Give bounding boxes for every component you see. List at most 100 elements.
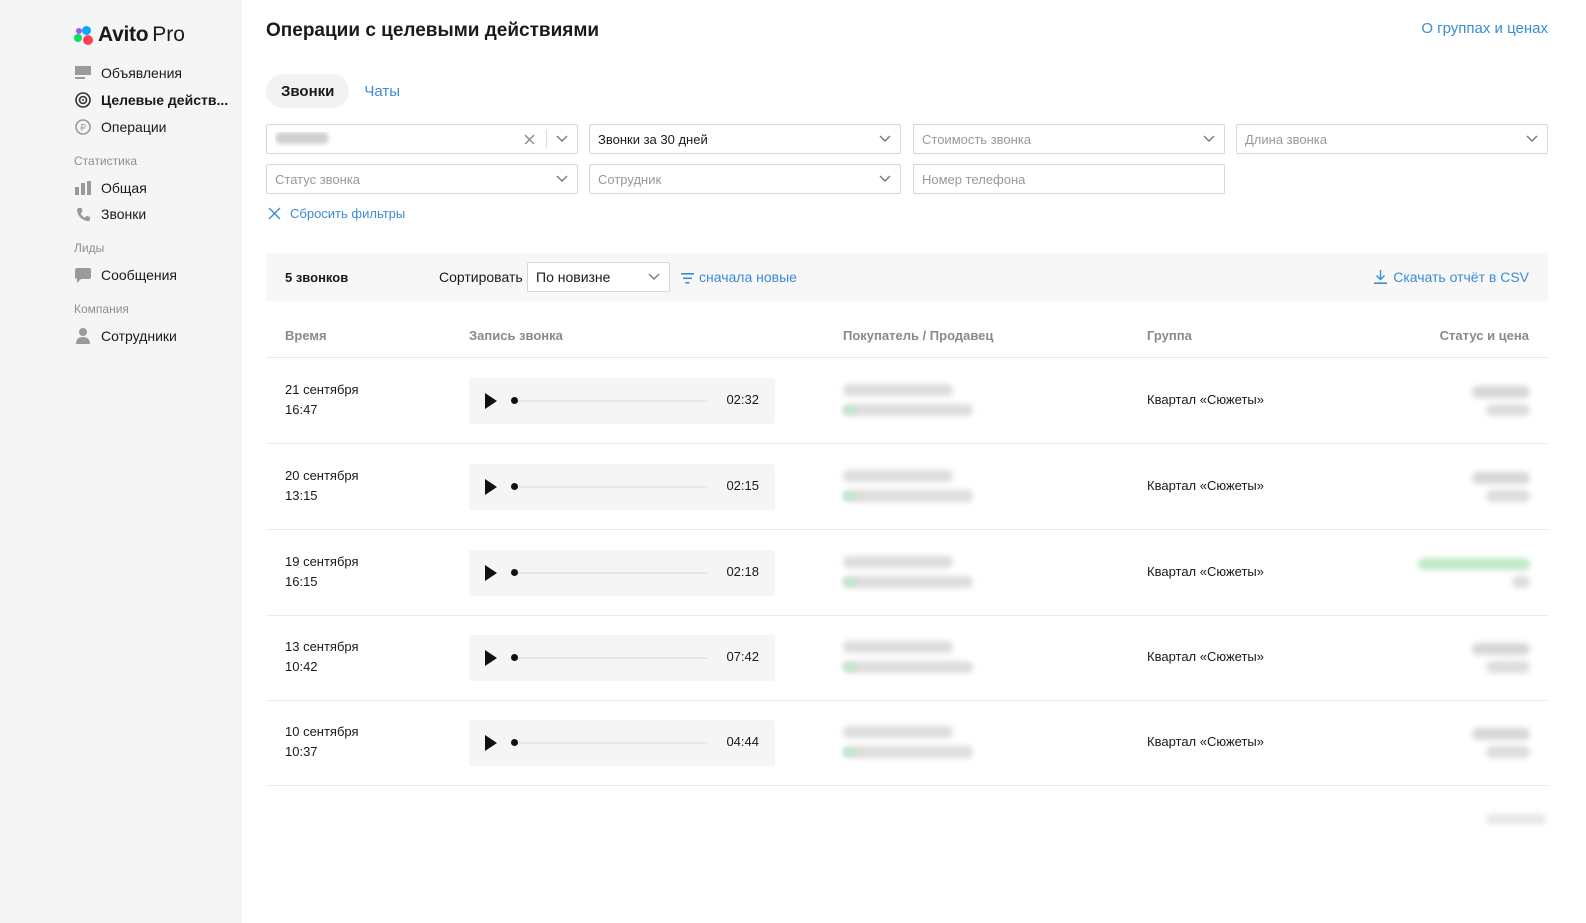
column-header-party: Покупатель / Продавец <box>843 328 994 343</box>
status-price-blurred <box>1410 468 1530 508</box>
groups-prices-link[interactable]: О группах и ценах <box>1421 20 1548 37</box>
call-datetime: 19 сентября 16:15 <box>285 552 359 592</box>
table-row[interactable]: 20 сентября 13:15 02:15 Квартал «Сюжеты» <box>266 444 1548 530</box>
audio-progress-track[interactable] <box>511 657 707 659</box>
audio-player: 02:15 <box>469 464 775 510</box>
clear-icon[interactable] <box>522 132 536 146</box>
table-row[interactable]: 13 сентября 10:42 07:42 Квартал «Сюжеты» <box>266 615 1548 701</box>
call-date: 10 сентября <box>285 724 359 739</box>
audio-player: 04:44 <box>469 720 775 766</box>
logo-suffix: Pro <box>152 23 185 46</box>
group-name: Квартал «Сюжеты» <box>1147 392 1264 407</box>
message-icon <box>74 267 92 283</box>
chevron-down-icon <box>555 132 569 146</box>
sidebar-item-label: Сотрудники <box>101 328 177 344</box>
audio-progress-handle[interactable] <box>511 483 518 490</box>
employee-placeholder: Сотрудник <box>598 171 662 187</box>
chevron-down-icon <box>555 172 569 186</box>
phone-input[interactable]: Номер телефона <box>913 164 1225 194</box>
group-name: Квартал «Сюжеты» <box>1147 649 1264 664</box>
play-icon[interactable] <box>485 650 497 666</box>
table-header: Время Запись звонка Покупатель / Продаве… <box>266 318 1548 358</box>
call-time: 10:37 <box>285 744 318 759</box>
sidebar-section-company: Компания <box>74 302 129 316</box>
status-price-blurred <box>1410 724 1530 764</box>
call-time: 16:15 <box>285 574 318 589</box>
logo-text: Avito <box>98 23 149 46</box>
group-name: Квартал «Сюжеты» <box>1147 478 1264 493</box>
audio-progress-handle[interactable] <box>511 739 518 746</box>
chevron-down-icon <box>878 172 892 186</box>
audio-player: 07:42 <box>469 635 775 681</box>
sidebar-item-label: Сообщения <box>101 267 177 283</box>
table-row[interactable]: 19 сентября 16:15 02:18 Квартал «Сюжеты» <box>266 530 1548 616</box>
audio-progress-handle[interactable] <box>511 569 518 576</box>
phone-icon <box>74 206 92 222</box>
play-icon[interactable] <box>485 735 497 751</box>
audio-progress-handle[interactable] <box>511 654 518 661</box>
call-datetime: 20 сентября 13:15 <box>285 466 359 506</box>
sidebar-section-statistics: Статистика <box>74 154 138 168</box>
play-icon[interactable] <box>485 479 497 495</box>
employee-select[interactable]: Сотрудник <box>589 164 901 194</box>
sidebar-item-employees[interactable]: Сотрудники <box>74 326 177 346</box>
call-length-select[interactable]: Длина звонка <box>1236 124 1548 154</box>
group-name: Квартал «Сюжеты» <box>1147 564 1264 579</box>
sort-label: Сортировать <box>439 269 523 285</box>
sort-select-value: По новизне <box>536 269 611 285</box>
object-select[interactable] <box>266 124 578 154</box>
audio-progress-handle[interactable] <box>511 397 518 404</box>
table-row[interactable]: 21 сентября 16:47 02:32 Квартал «Сюжеты» <box>266 358 1548 444</box>
chevron-down-icon <box>647 270 661 284</box>
call-cost-select[interactable]: Стоимость звонка <box>913 124 1225 154</box>
call-time: 16:47 <box>285 402 318 417</box>
avito-pro-logo[interactable]: Avito Pro <box>74 22 185 48</box>
download-csv-button[interactable]: Скачать отчёт в CSV <box>1374 269 1529 285</box>
column-header-status-price: Статус и цена <box>1439 328 1529 343</box>
audio-progress-track[interactable] <box>511 486 707 488</box>
tab-calls[interactable]: Звонки <box>266 74 350 108</box>
call-time: 13:15 <box>285 488 318 503</box>
sidebar-item-label: Общая <box>101 180 147 196</box>
table-row[interactable]: 10 сентября 10:37 04:44 Квартал «Сюжеты» <box>266 700 1548 786</box>
download-icon <box>1374 270 1388 284</box>
sidebar-item-ads[interactable]: Объявления <box>74 63 182 83</box>
sidebar-section-leads: Лиды <box>74 241 105 255</box>
sort-select[interactable]: По новизне <box>527 262 670 292</box>
buyer-seller-blurred <box>843 724 983 764</box>
sidebar-item-target-actions[interactable]: Целевые действ... <box>74 90 228 110</box>
column-header-group: Группа <box>1147 328 1192 343</box>
audio-progress-track[interactable] <box>511 400 707 402</box>
close-icon <box>268 207 282 221</box>
download-csv-label: Скачать отчёт в CSV <box>1393 269 1529 285</box>
status-price-blurred <box>1410 554 1530 594</box>
play-icon[interactable] <box>485 565 497 581</box>
column-header-time: Время <box>285 328 327 343</box>
buyer-seller-blurred <box>843 382 983 422</box>
play-icon[interactable] <box>485 393 497 409</box>
results-toolbar: 5 звонков Сортировать По новизне сначала… <box>266 253 1548 301</box>
user-icon <box>74 328 92 344</box>
chevron-down-icon <box>1202 132 1216 146</box>
audio-progress-track[interactable] <box>511 742 707 744</box>
sort-order-toggle[interactable]: сначала новые <box>681 269 797 285</box>
sidebar-item-general[interactable]: Общая <box>74 178 147 198</box>
svg-text:₽: ₽ <box>80 124 86 134</box>
pagination-blurred <box>1486 814 1546 824</box>
reset-filters-label: Сбросить фильтры <box>290 206 406 221</box>
sidebar-item-calls[interactable]: Звонки <box>74 204 146 224</box>
audio-progress-track[interactable] <box>511 572 707 574</box>
sidebar-item-operations[interactable]: ₽ Операции <box>74 117 167 137</box>
buyer-seller-blurred <box>843 468 983 508</box>
reset-filters-button[interactable]: Сбросить фильтры <box>268 206 405 221</box>
call-duration: 02:32 <box>726 392 759 407</box>
sidebar-item-messages[interactable]: Сообщения <box>74 265 177 285</box>
tab-chats[interactable]: Чаты <box>349 74 415 108</box>
call-duration: 04:44 <box>726 734 759 749</box>
call-status-placeholder: Статус звонка <box>275 171 361 187</box>
group-name: Квартал «Сюжеты» <box>1147 734 1264 749</box>
period-select[interactable]: Звонки за 30 дней <box>589 124 901 154</box>
call-status-select[interactable]: Статус звонка <box>266 164 578 194</box>
results-count: 5 звонков <box>285 270 349 285</box>
bar-chart-icon <box>74 180 92 196</box>
